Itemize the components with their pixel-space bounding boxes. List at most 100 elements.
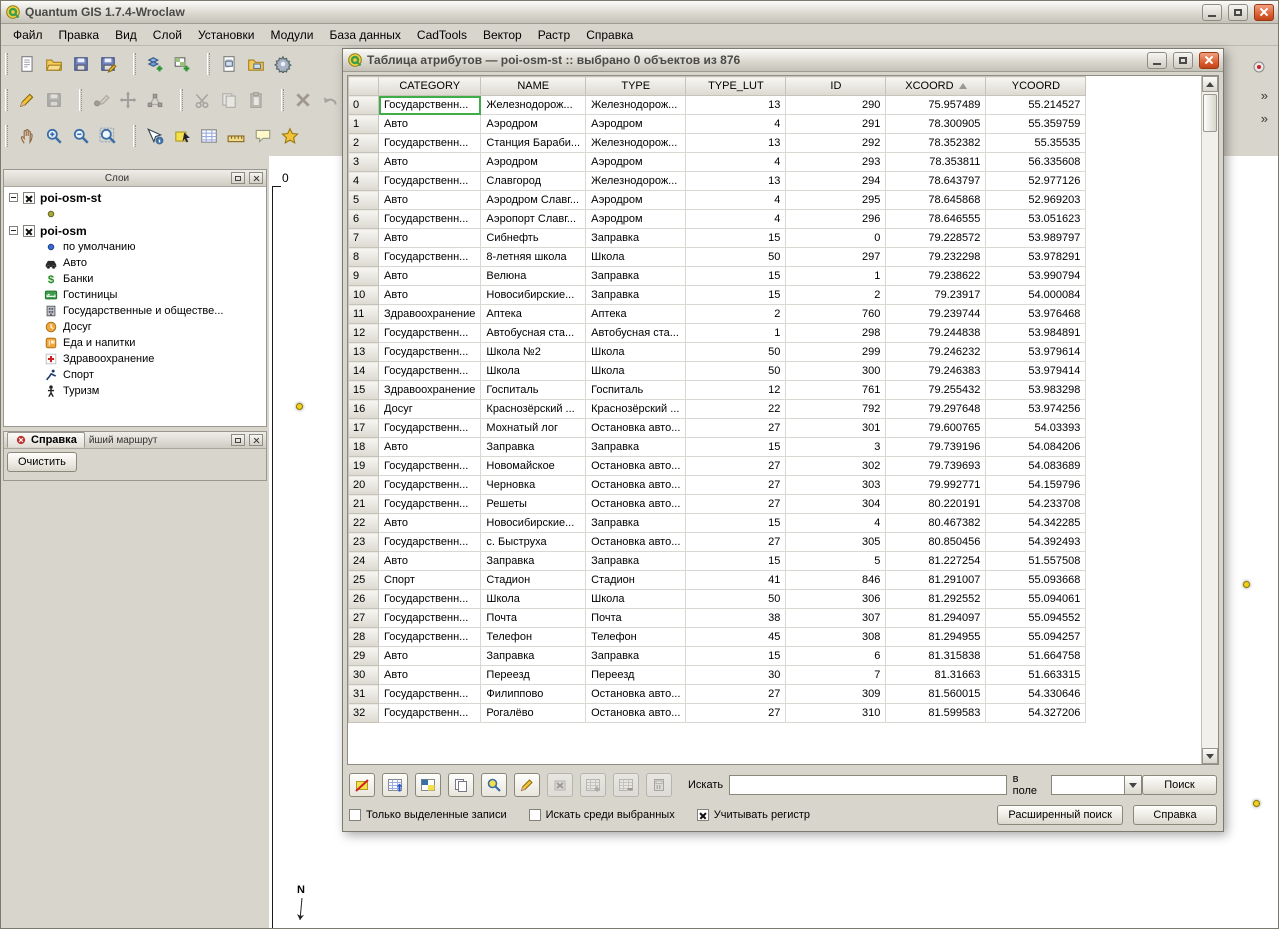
column-header-ID[interactable]: ID (786, 77, 886, 96)
dock-float-button[interactable] (231, 172, 245, 184)
menu-item-Установки[interactable]: Установки (190, 25, 262, 45)
node-tool-button[interactable] (141, 87, 168, 114)
toolbar-handle[interactable] (5, 53, 8, 75)
pan-map-button[interactable] (13, 123, 40, 150)
cell-20-NAME[interactable]: Черновка (481, 476, 586, 495)
cell-13-CATEGORY[interactable]: Государственн... (379, 343, 481, 362)
zoom-full-button[interactable] (94, 123, 121, 150)
option-Искать среди выбранных[interactable]: Искать среди выбранных (529, 809, 675, 821)
legend-item[interactable] (4, 206, 266, 222)
cell-21-CATEGORY[interactable]: Государственн... (379, 495, 481, 514)
scrollbar-thumb[interactable] (1203, 94, 1217, 132)
cell-18-CATEGORY[interactable]: Авто (379, 438, 481, 457)
cell-22-XCOORD[interactable]: 80.467382 (886, 514, 986, 533)
cell-24-YCOORD[interactable]: 51.557508 (986, 552, 1086, 571)
dialog-maximize-button[interactable] (1173, 52, 1193, 69)
row-header-9[interactable]: 9 (349, 267, 379, 286)
cell-30-TYPE[interactable]: Переезд (586, 666, 686, 685)
row-header-7[interactable]: 7 (349, 229, 379, 248)
cell-31-TYPE_LUT[interactable]: 27 (686, 685, 786, 704)
cell-26-TYPE_LUT[interactable]: 50 (686, 590, 786, 609)
column-header-NAME[interactable]: NAME (481, 77, 586, 96)
cell-3-CATEGORY[interactable]: Авто (379, 153, 481, 172)
option-checkbox[interactable] (697, 809, 709, 821)
cell-5-YCOORD[interactable]: 52.969203 (986, 191, 1086, 210)
cell-7-TYPE[interactable]: Заправка (586, 229, 686, 248)
open-project-button[interactable] (40, 51, 67, 78)
identify-features-button[interactable] (141, 123, 168, 150)
cell-12-ID[interactable]: 298 (786, 324, 886, 343)
cell-25-ID[interactable]: 846 (786, 571, 886, 590)
cell-19-TYPE_LUT[interactable]: 27 (686, 457, 786, 476)
option-Учитывать регистр[interactable]: Учитывать регистр (697, 809, 810, 821)
cell-0-YCOORD[interactable]: 55.214527 (986, 96, 1086, 115)
row-header-11[interactable]: 11 (349, 305, 379, 324)
cell-21-ID[interactable]: 304 (786, 495, 886, 514)
cell-26-TYPE[interactable]: Школа (586, 590, 686, 609)
minimize-button[interactable] (1202, 4, 1222, 21)
cell-12-NAME[interactable]: Автобусная ста... (481, 324, 586, 343)
cell-17-ID[interactable]: 301 (786, 419, 886, 438)
cell-15-TYPE_LUT[interactable]: 12 (686, 381, 786, 400)
row-header-16[interactable]: 16 (349, 400, 379, 419)
cell-31-CATEGORY[interactable]: Государственн... (379, 685, 481, 704)
cell-27-TYPE_LUT[interactable]: 38 (686, 609, 786, 628)
option-checkbox[interactable] (529, 809, 541, 821)
copy-selected-rows-button[interactable] (448, 773, 474, 797)
measure-line-button[interactable] (222, 123, 249, 150)
capture-point-button[interactable] (87, 87, 114, 114)
option-Только выделенные записи[interactable]: Только выделенные записи (349, 809, 507, 821)
cell-3-XCOORD[interactable]: 78.353811 (886, 153, 986, 172)
move-selection-to-top-button[interactable] (382, 773, 408, 797)
cell-7-NAME[interactable]: Сибнефть (481, 229, 586, 248)
cell-4-XCOORD[interactable]: 78.643797 (886, 172, 986, 191)
cell-27-CATEGORY[interactable]: Государственн... (379, 609, 481, 628)
cell-22-CATEGORY[interactable]: Авто (379, 514, 481, 533)
toolbar-handle[interactable] (5, 89, 8, 111)
toolbar-handle[interactable] (133, 125, 136, 147)
row-header-14[interactable]: 14 (349, 362, 379, 381)
menu-item-Растр[interactable]: Растр (530, 25, 578, 45)
cell-29-TYPE_LUT[interactable]: 15 (686, 647, 786, 666)
cell-29-XCOORD[interactable]: 81.315838 (886, 647, 986, 666)
cell-32-CATEGORY[interactable]: Государственн... (379, 704, 481, 723)
zoom-out-button[interactable] (67, 123, 94, 150)
cell-2-ID[interactable]: 292 (786, 134, 886, 153)
cell-20-TYPE_LUT[interactable]: 27 (686, 476, 786, 495)
cell-18-XCOORD[interactable]: 79.739196 (886, 438, 986, 457)
save-project-button[interactable] (67, 51, 94, 78)
layer-item-poi-osm[interactable]: poi-osm (4, 222, 266, 239)
toolbar-handle[interactable] (5, 125, 8, 147)
cell-15-CATEGORY[interactable]: Здравоохранение (379, 381, 481, 400)
cell-26-XCOORD[interactable]: 81.292552 (886, 590, 986, 609)
map-tips-button[interactable] (249, 123, 276, 150)
row-header-17[interactable]: 17 (349, 419, 379, 438)
cell-17-CATEGORY[interactable]: Государственн... (379, 419, 481, 438)
cell-28-NAME[interactable]: Телефон (481, 628, 586, 647)
open-attribute-table-button[interactable] (195, 123, 222, 150)
cell-27-ID[interactable]: 307 (786, 609, 886, 628)
tree-expander-icon[interactable] (9, 193, 18, 202)
cell-17-TYPE_LUT[interactable]: 27 (686, 419, 786, 438)
menu-item-Справка[interactable]: Справка (578, 25, 641, 45)
cell-6-CATEGORY[interactable]: Государственн... (379, 210, 481, 229)
cell-29-CATEGORY[interactable]: Авто (379, 647, 481, 666)
menu-item-CadTools[interactable]: CadTools (409, 25, 475, 45)
cell-24-ID[interactable]: 5 (786, 552, 886, 571)
dialog-help-button[interactable]: Справка (1133, 805, 1217, 825)
cell-31-XCOORD[interactable]: 81.560015 (886, 685, 986, 704)
cell-20-YCOORD[interactable]: 54.159796 (986, 476, 1086, 495)
cell-15-TYPE[interactable]: Госпиталь (586, 381, 686, 400)
cell-8-CATEGORY[interactable]: Государственн... (379, 248, 481, 267)
cell-12-TYPE[interactable]: Автобусная ста... (586, 324, 686, 343)
cell-7-CATEGORY[interactable]: Авто (379, 229, 481, 248)
row-header-4[interactable]: 4 (349, 172, 379, 191)
cell-27-YCOORD[interactable]: 55.094552 (986, 609, 1086, 628)
gps-button[interactable] (1245, 53, 1272, 80)
cell-12-XCOORD[interactable]: 79.244838 (886, 324, 986, 343)
cell-4-TYPE_LUT[interactable]: 13 (686, 172, 786, 191)
dock-float-button[interactable] (231, 434, 245, 446)
row-header-28[interactable]: 28 (349, 628, 379, 647)
cell-6-XCOORD[interactable]: 78.646555 (886, 210, 986, 229)
cell-4-YCOORD[interactable]: 52.977126 (986, 172, 1086, 191)
